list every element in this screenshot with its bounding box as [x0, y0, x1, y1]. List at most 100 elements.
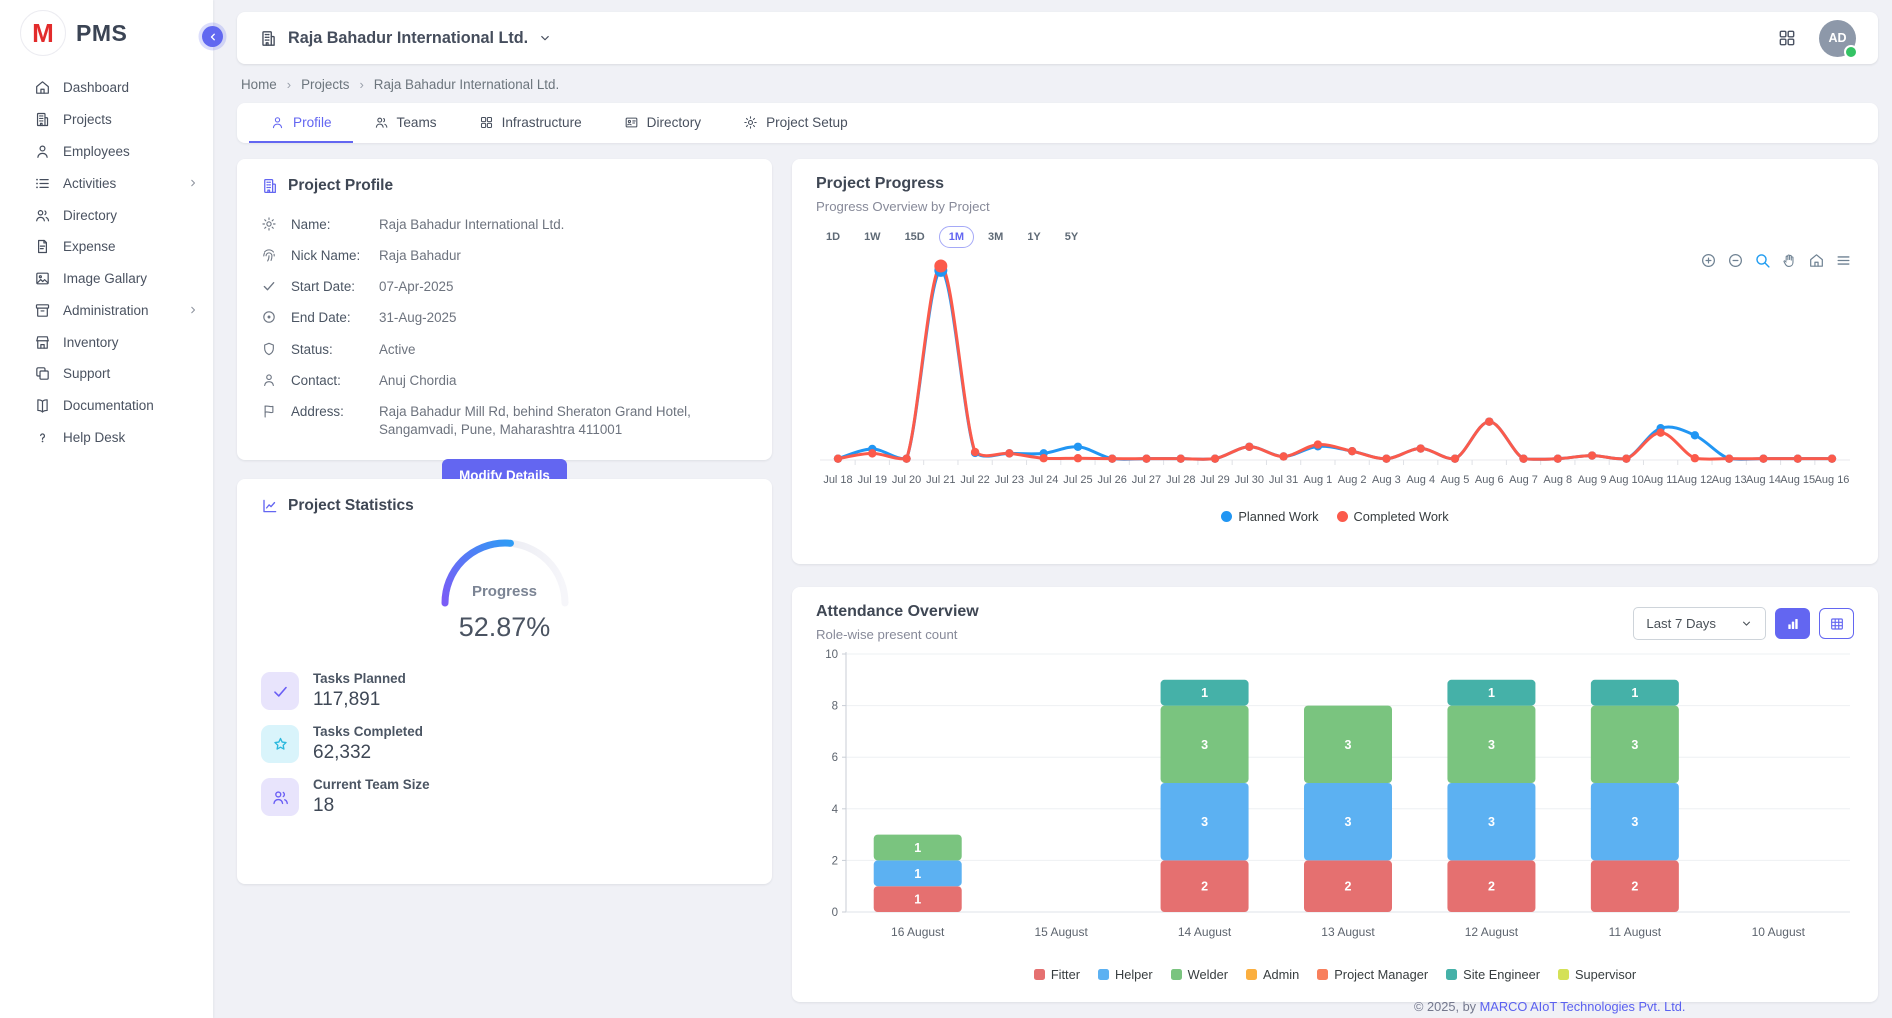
stat-icon-box	[261, 725, 299, 763]
breadcrumb-separator: ›	[359, 77, 363, 92]
range-button-1w[interactable]: 1W	[854, 226, 891, 248]
data-point-completed-work[interactable]	[1656, 428, 1664, 436]
data-point-completed-work[interactable]	[1519, 454, 1527, 462]
zoom-in-icon[interactable]	[1700, 252, 1717, 269]
tab-directory[interactable]: Directory	[603, 103, 722, 143]
range-button-5y[interactable]: 5Y	[1055, 226, 1088, 248]
data-point-completed-work[interactable]	[1142, 454, 1150, 462]
legend-item-completed-work[interactable]: Completed Work	[1337, 509, 1449, 524]
data-point-completed-work[interactable]	[1348, 447, 1356, 455]
data-point-completed-work[interactable]	[1074, 454, 1082, 462]
bar-data-label: 1	[914, 867, 921, 881]
sidebar-item-image-gallary[interactable]: Image Gallary	[0, 263, 213, 295]
data-point-completed-work[interactable]	[1416, 444, 1424, 452]
data-point-completed-work[interactable]	[1039, 454, 1047, 462]
range-button-3m[interactable]: 3M	[978, 226, 1013, 248]
data-point-completed-work[interactable]	[1005, 449, 1013, 457]
data-point-completed-work[interactable]	[1211, 454, 1219, 462]
data-point-completed-work[interactable]	[1314, 440, 1322, 448]
x-axis-label: Jul 23	[995, 474, 1024, 486]
bar-view-button[interactable]	[1775, 608, 1810, 639]
avatar[interactable]: AD	[1819, 20, 1856, 57]
data-point-completed-work[interactable]	[1245, 443, 1253, 451]
sidebar-item-support[interactable]: Support	[0, 358, 213, 390]
tab-project-setup[interactable]: Project Setup	[722, 103, 869, 143]
data-point-planned-work[interactable]	[1691, 431, 1699, 439]
data-point-completed-work[interactable]	[934, 260, 947, 273]
sidebar-item-directory[interactable]: Directory	[0, 199, 213, 231]
legend-item-project-manager[interactable]: Project Manager	[1317, 967, 1428, 982]
data-point-completed-work[interactable]	[1588, 451, 1596, 459]
range-button-1y[interactable]: 1Y	[1017, 226, 1050, 248]
range-button-1m[interactable]: 1M	[939, 226, 974, 248]
data-point-completed-work[interactable]	[1485, 417, 1493, 425]
legend-item-supervisor[interactable]: Supervisor	[1558, 967, 1636, 982]
legend-item-site-engineer[interactable]: Site Engineer	[1446, 967, 1540, 982]
tab-teams[interactable]: Teams	[353, 103, 458, 143]
pan-icon[interactable]	[1781, 252, 1798, 269]
data-point-completed-work[interactable]	[1828, 454, 1836, 462]
users-icon	[34, 207, 51, 224]
legend-item-planned-work[interactable]: Planned Work	[1221, 509, 1318, 524]
data-point-completed-work[interactable]	[1759, 454, 1767, 462]
breadcrumb-item[interactable]: Home	[241, 77, 277, 92]
legend-label: Supervisor	[1575, 967, 1636, 982]
legend-item-helper[interactable]: Helper	[1098, 967, 1153, 982]
sidebar-collapse-button[interactable]	[202, 26, 223, 47]
data-point-planned-work[interactable]	[1074, 443, 1082, 451]
data-point-completed-work[interactable]	[1691, 454, 1699, 462]
progress-line-chart[interactable]: Jul 18Jul 19Jul 20Jul 21Jul 22Jul 23Jul …	[816, 250, 1854, 502]
data-point-completed-work[interactable]	[834, 454, 842, 462]
data-point-completed-work[interactable]	[1554, 454, 1562, 462]
sidebar-item-documentation[interactable]: Documentation	[0, 390, 213, 422]
company-selector[interactable]: Raja Bahadur International Ltd.	[259, 29, 552, 48]
bar-data-label: 2	[1488, 880, 1495, 894]
tab-profile[interactable]: Profile	[249, 103, 353, 143]
app-logo[interactable]: M PMS	[0, 0, 213, 64]
sidebar-item-projects[interactable]: Projects	[0, 104, 213, 136]
range-button-15d[interactable]: 15D	[895, 226, 935, 248]
date-range-select[interactable]: Last 7 Days	[1633, 607, 1766, 640]
selection-zoom-icon[interactable]	[1754, 252, 1771, 269]
legend-swatch-icon	[1098, 969, 1109, 980]
zoom-out-icon[interactable]	[1727, 252, 1744, 269]
legend-item-admin[interactable]: Admin	[1246, 967, 1299, 982]
data-point-completed-work[interactable]	[1177, 454, 1185, 462]
tab-infrastructure[interactable]: Infrastructure	[458, 103, 603, 143]
footer-company-link[interactable]: MARCO AIoT Technologies Pvt. Ltd.	[1480, 999, 1686, 1014]
sidebar-item-inventory[interactable]: Inventory	[0, 326, 213, 358]
data-point-completed-work[interactable]	[1451, 454, 1459, 462]
apps-grid-button[interactable]	[1777, 28, 1797, 48]
x-axis-label: 13 August	[1321, 925, 1375, 939]
data-point-completed-work[interactable]	[1382, 454, 1390, 462]
sidebar-item-administration[interactable]: Administration	[0, 294, 213, 326]
user-icon	[270, 115, 285, 130]
sidebar-item-help-desk[interactable]: Help Desk	[0, 422, 213, 454]
data-point-completed-work[interactable]	[1108, 454, 1116, 462]
sidebar-item-expense[interactable]: Expense	[0, 231, 213, 263]
data-point-completed-work[interactable]	[971, 448, 979, 456]
users-icon	[271, 788, 290, 807]
x-axis-label: Aug 1	[1303, 474, 1332, 486]
legend-item-welder[interactable]: Welder	[1171, 967, 1228, 982]
data-point-completed-work[interactable]	[1622, 454, 1630, 462]
legend-item-fitter[interactable]: Fitter	[1034, 967, 1080, 982]
home-icon[interactable]	[1808, 252, 1825, 269]
range-button-1d[interactable]: 1D	[816, 226, 850, 248]
sidebar-item-activities[interactable]: Activities	[0, 167, 213, 199]
breadcrumb-item[interactable]: Projects	[301, 77, 349, 92]
data-point-completed-work[interactable]	[1725, 454, 1733, 462]
menu-icon[interactable]	[1835, 252, 1852, 269]
tab-label: Infrastructure	[502, 115, 582, 130]
sidebar-item-label: Administration	[63, 303, 149, 318]
data-point-completed-work[interactable]	[902, 454, 910, 462]
sidebar-item-employees[interactable]: Employees	[0, 136, 213, 168]
data-point-completed-work[interactable]	[868, 449, 876, 457]
table-view-button[interactable]	[1819, 608, 1854, 639]
sidebar-item-dashboard[interactable]: Dashboard	[0, 72, 213, 104]
data-point-completed-work[interactable]	[1794, 454, 1802, 462]
stat-text: Current Team Size18	[313, 777, 430, 817]
x-axis-label: Jul 24	[1029, 474, 1058, 486]
data-point-completed-work[interactable]	[1279, 452, 1287, 460]
attendance-bar-chart[interactable]: 024681011116 August15 August233114 Augus…	[816, 644, 1854, 960]
